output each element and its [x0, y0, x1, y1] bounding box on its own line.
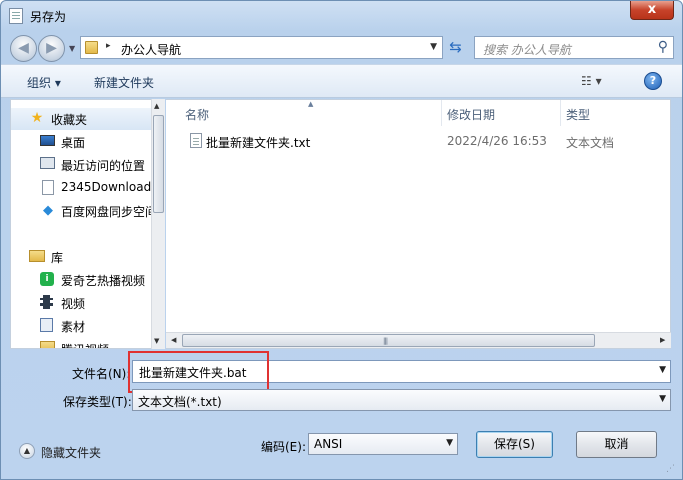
hide-folders-label[interactable]: 隐藏文件夹 [41, 444, 101, 461]
encoding-label: 编码(E): [261, 440, 306, 454]
baidu-netdisk-icon: ◆ [43, 203, 53, 218]
command-toolbar: 组织 ▾ 新建文件夹 ☷ ▾ ? [1, 64, 682, 98]
sidebar-scrollbar[interactable]: ▲ ▼ [151, 99, 165, 349]
sidebar-item-baidu-netdisk[interactable]: ◆ 百度网盘同步空间 [11, 200, 151, 222]
sidebar-item-libraries[interactable]: 库 [11, 246, 151, 268]
sidebar-item-label: 素材 [61, 320, 86, 334]
sidebar-item-label: 库 [51, 251, 64, 265]
document-icon [40, 318, 56, 333]
filetype-value: 文本文档(*.txt) [138, 395, 222, 409]
folder-icon [40, 341, 56, 348]
sidebar-item-tencent-video[interactable]: 腾讯视频 [11, 338, 151, 348]
sidebar-item-label: 视频 [61, 297, 86, 311]
column-header-modified[interactable]: 修改日期 [442, 100, 561, 126]
breadcrumb-separator[interactable]: ▸ [106, 41, 111, 51]
video-icon [40, 295, 56, 310]
help-icon[interactable]: ? [644, 72, 662, 90]
breadcrumb-current-folder[interactable]: 办公人导航 [121, 41, 181, 58]
library-icon [29, 249, 45, 264]
sidebar-item-videos[interactable]: 视频 [11, 292, 151, 314]
sidebar-item-label: 收藏夹 [51, 113, 88, 127]
sidebar-item-favorites[interactable]: ★ 收藏夹 [11, 108, 151, 130]
notepad-icon [9, 8, 23, 24]
sidebar-item-materials[interactable]: 素材 [11, 315, 151, 337]
new-folder-button[interactable]: 新建文件夹 [94, 74, 154, 91]
sidebar-item-label: 百度网盘同步空间 [61, 205, 151, 219]
chevron-down-icon[interactable]: ▼ [659, 365, 666, 375]
column-header-name[interactable]: 名称 [166, 100, 442, 126]
scroll-right-icon[interactable]: ▶ [660, 336, 665, 344]
search-input[interactable]: 搜索 办公人导航 ⚲ [474, 36, 674, 59]
scroll-left-icon[interactable]: ◀ [171, 336, 176, 344]
filetype-label: 保存类型(T): [63, 395, 132, 409]
sidebar-item-label: 爱奇艺热播视频 [61, 274, 146, 288]
sidebar-item-label: 桌面 [61, 136, 86, 150]
scroll-grip-icon: ||| [383, 337, 388, 345]
sidebar-item-desktop[interactable]: 桌面 [11, 131, 151, 153]
close-button[interactable]: x [630, 1, 674, 20]
chevron-down-icon[interactable]: ▼ [446, 438, 453, 448]
refresh-icon[interactable]: ⇆ [444, 36, 467, 59]
sidebar-item-2345downloads[interactable]: 2345Downloads [11, 177, 151, 199]
window-title: 另存为 [30, 10, 67, 24]
forward-button[interactable]: ▶ [38, 35, 65, 62]
file-type: 文本文档 [566, 136, 615, 150]
organize-menu[interactable]: 组织 ▾ [27, 74, 61, 91]
back-button[interactable]: ◀ [10, 35, 37, 62]
text-file-icon [190, 133, 202, 148]
sidebar-item-label: 腾讯视频 [61, 341, 109, 348]
encoding-value: ANSI [314, 437, 343, 451]
sidebar-item-label: 2345Downloads [61, 180, 151, 194]
search-placeholder: 搜索 办公人导航 [483, 43, 571, 57]
filename-label: 文件名(N): [72, 367, 131, 381]
resize-grip-icon[interactable]: ⋰ [666, 464, 675, 474]
chevron-up-icon: ▲ [19, 443, 35, 459]
recent-pages-dropdown-icon[interactable]: ▼ [69, 44, 75, 53]
encoding-select[interactable]: ANSI ▼ [308, 433, 458, 455]
address-bar[interactable]: ▸ 办公人导航 ▼ [80, 36, 443, 59]
file-row[interactable]: 批量新建文件夹.txt 2022/4/26 16:53 文本文档 [166, 130, 666, 152]
file-name[interactable]: 批量新建文件夹.txt [206, 134, 310, 151]
sidebar-item-label: 最近访问的位置 [61, 159, 146, 173]
navigation-pane: ★ 收藏夹 桌面 最近访问的位置 2345Downloads ◆ 百度网盘同步空… [10, 99, 165, 349]
sidebar-item-iqiyi[interactable]: i 爱奇艺热播视频 [11, 269, 151, 291]
chevron-down-icon[interactable]: ▼ [659, 394, 666, 404]
cancel-button[interactable]: 取消 [576, 431, 657, 458]
title-bar[interactable]: 另存为 x [1, 1, 682, 31]
column-header-type[interactable]: 类型 [561, 100, 671, 126]
file-modified: 2022/4/26 16:53 [447, 134, 547, 148]
star-icon: ★ [30, 110, 44, 126]
file-list: ▲ 名称 修改日期 类型 批量新建文件夹.txt 2022/4/26 16:53… [166, 99, 671, 349]
file-list-scrollbar[interactable]: ◀ ||| ▶ [166, 332, 671, 348]
iqiyi-icon: i [40, 272, 56, 287]
desktop-icon [40, 134, 56, 149]
scroll-up-icon[interactable]: ▲ [154, 102, 159, 110]
sidebar-item-recent-places[interactable]: 最近访问的位置 [11, 154, 151, 176]
filetype-select[interactable]: 文本文档(*.txt) ▼ [132, 389, 671, 411]
folder-icon [85, 41, 98, 54]
save-as-dialog: 另存为 x ◀ ▶ ▼ ▸ 办公人导航 ▼ ⇆ 搜索 办公人导航 ⚲ 组织 ▾ … [0, 0, 683, 480]
save-button[interactable]: 保存(S) [476, 431, 553, 458]
change-view-icon[interactable]: ☷ ▾ [581, 74, 602, 88]
scroll-down-icon[interactable]: ▼ [154, 337, 159, 345]
address-dropdown-icon[interactable]: ▼ [430, 42, 437, 52]
scroll-thumb[interactable]: ||| [182, 334, 595, 347]
scroll-thumb[interactable] [153, 115, 164, 213]
annotation-highlight-box [128, 351, 269, 393]
search-icon[interactable]: ⚲ [658, 39, 668, 55]
navigation-bar: ◀ ▶ ▼ ▸ 办公人导航 ▼ ⇆ 搜索 办公人导航 ⚲ [1, 31, 682, 63]
recent-places-icon [40, 157, 56, 172]
file-icon [40, 180, 56, 195]
